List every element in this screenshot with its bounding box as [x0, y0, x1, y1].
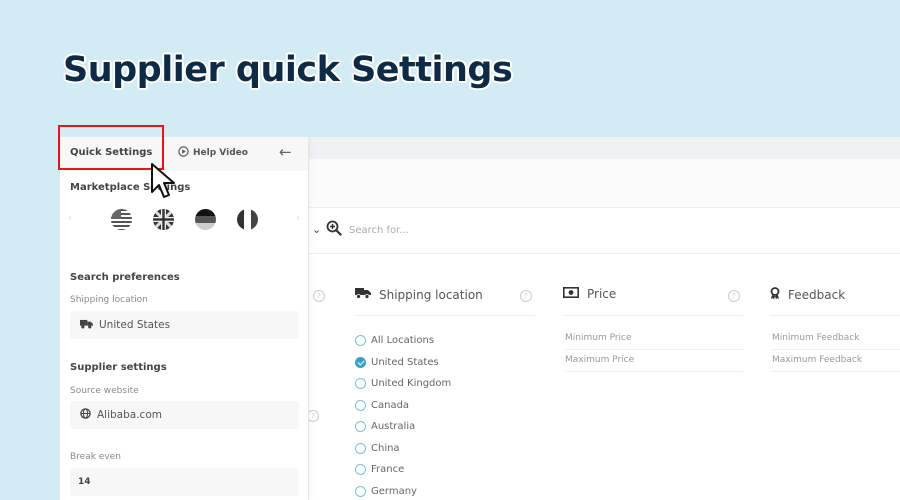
app-window: ⌄ Search for... ? ? Shipping location ? … [60, 137, 900, 500]
award-icon [770, 287, 780, 303]
money-icon [563, 287, 579, 301]
maximum-feedback-input[interactable]: Maximum Feedback [772, 349, 900, 372]
help-icon[interactable]: ? [313, 290, 325, 302]
marketplace-flags: ‹ › [60, 207, 308, 233]
shipping-location-select[interactable]: United States [70, 311, 299, 339]
chevron-right-icon[interactable]: › [296, 213, 300, 224]
radio-united-states[interactable]: United States [355, 352, 451, 374]
truck-icon [355, 287, 371, 302]
price-header: Price [563, 287, 616, 301]
radio-button[interactable] [355, 378, 366, 390]
divider [355, 315, 535, 316]
radio-button[interactable] [355, 421, 366, 433]
source-website-label: Source website [70, 386, 139, 396]
radio-canada[interactable]: Canada [355, 395, 451, 417]
zoom-in-search-icon[interactable] [326, 220, 342, 240]
divider [563, 315, 743, 316]
radio-australia[interactable]: Australia [355, 416, 451, 438]
divider [770, 315, 900, 316]
radio-button[interactable] [355, 485, 366, 497]
page-headline: Supplier quick Settings [63, 50, 513, 90]
flag-de-icon[interactable] [195, 209, 216, 230]
supplier-settings-title: Supplier settings [70, 362, 167, 373]
chevron-left-icon[interactable]: ‹ [68, 213, 72, 224]
quick-settings-panel: Quick Settings Help Video ← Marketplace … [60, 137, 309, 500]
flag-it-icon[interactable] [237, 209, 258, 230]
shipping-location-label: Shipping location [70, 295, 148, 305]
header-area [308, 159, 900, 208]
truck-icon [80, 319, 93, 332]
search-input[interactable]: Search for... [349, 225, 409, 236]
feedback-title: Feedback [788, 288, 846, 302]
source-website-select[interactable]: Alibaba.com [70, 401, 299, 429]
chevron-down-icon[interactable]: ⌄ [312, 223, 321, 236]
radio-button[interactable] [355, 335, 366, 347]
minimum-feedback-input[interactable]: Minimum Feedback [772, 327, 900, 350]
feedback-header: Feedback [770, 287, 845, 303]
shipping-location-options: All Locations United States United Kingd… [355, 330, 451, 500]
help-icon[interactable]: ? [520, 290, 532, 302]
radio-france[interactable]: France [355, 459, 451, 481]
radio-button-checked[interactable] [355, 356, 366, 368]
globe-icon [80, 408, 91, 422]
radio-button[interactable] [355, 399, 366, 411]
radio-button[interactable] [355, 442, 366, 454]
radio-button[interactable] [355, 464, 366, 476]
radio-all-locations[interactable]: All Locations [355, 330, 451, 352]
minimum-price-input[interactable]: Minimum Price [565, 327, 743, 350]
flag-us-icon[interactable] [111, 209, 132, 230]
shipping-location-header: Shipping location [355, 287, 483, 302]
radio-united-kingdom[interactable]: United Kingdom [355, 373, 451, 395]
radio-germany[interactable]: Germany [355, 481, 451, 500]
flag-uk-icon[interactable] [153, 209, 174, 230]
search-row: ⌄ Search for... [308, 208, 900, 254]
top-bar [308, 137, 900, 159]
break-even-input[interactable]: 14 [70, 468, 299, 496]
help-icon[interactable]: ? [728, 290, 740, 302]
help-video-button[interactable]: Help Video [178, 146, 248, 160]
highlight-box [58, 125, 164, 170]
maximum-price-input[interactable]: Maximum Price [565, 349, 743, 372]
break-even-label: Break even [70, 452, 121, 462]
play-circle-icon [178, 146, 189, 160]
price-title: Price [587, 287, 617, 301]
radio-china[interactable]: China [355, 438, 451, 460]
shipping-location-title: Shipping location [379, 287, 483, 302]
search-preferences-title: Search preferences [70, 272, 180, 283]
arrow-left-icon[interactable]: ← [279, 143, 292, 161]
mouse-cursor-icon [150, 162, 178, 204]
